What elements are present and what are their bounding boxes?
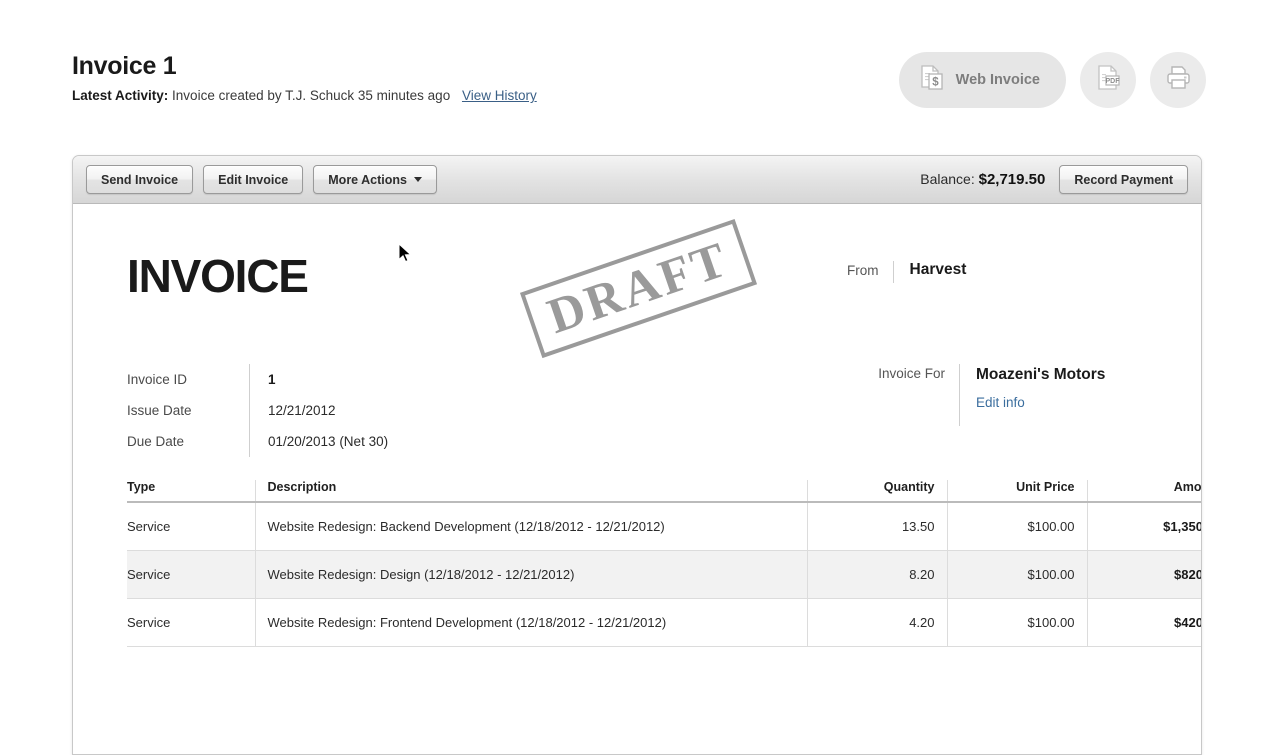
table-head: Type Description Quantity Unit Price Amo… [127,480,1201,503]
invoice-card: Send Invoice Edit Invoice More Actions B… [72,155,1202,755]
table-row[interactable]: Service Website Redesign: Frontend Devel… [127,598,1201,647]
invoice-heading: INVOICE [127,250,309,302]
from-label: From [847,263,879,278]
cell-quantity: 13.50 [806,502,947,551]
invoice-for-label: Invoice For [878,366,945,381]
cell-type: Service [127,550,255,599]
edit-info-link[interactable]: Edit info [976,395,1025,410]
web-invoice-label: Web Invoice [955,72,1040,88]
from-block: From Harvest [847,261,1147,283]
balance-label: Balance: [920,171,975,187]
printer-icon [1164,64,1193,96]
balance-amount: $2,719.50 [978,171,1046,188]
table-row[interactable]: Service Website Redesign: Backend Develo… [127,502,1201,551]
more-actions-label: More Actions [328,172,407,187]
col-header-amount: Amount [1086,480,1201,503]
latest-activity: Latest Activity: Invoice created by T.J.… [72,87,537,104]
cell-amount: $820.00 [1086,550,1201,599]
pdf-document-icon: PDF [1095,63,1122,97]
invoice-body: INVOICE DRAFT From Harvest Invoice ID Is… [73,204,1201,647]
invoice-top-section: INVOICE DRAFT From Harvest [127,204,1147,364]
draft-stamp: DRAFT [519,218,758,359]
issue-date-value: 12/21/2012 [268,403,336,418]
send-invoice-label: Send Invoice [101,172,179,187]
svg-text:PDF: PDF [1105,78,1120,85]
table-row[interactable]: Service Website Redesign: Design (12/18/… [127,550,1201,599]
header-actions: $ Web Invoice PDF [898,52,1206,108]
col-header-quantity: Quantity [806,480,947,503]
record-payment-button[interactable]: Record Payment [1059,165,1188,194]
cell-unit-price: $100.00 [946,502,1087,551]
more-actions-button[interactable]: More Actions [313,165,437,194]
document-dollar-icon: $ [919,64,945,97]
download-pdf-button[interactable]: PDF [1080,52,1136,108]
invoice-for-stack: Moazeni's Motors Edit info [960,364,1105,412]
cell-unit-price: $100.00 [946,598,1087,647]
activity-text: Invoice created by T.J. Schuck 35 minute… [172,88,451,103]
page-header: Invoice 1 Latest Activity: Invoice creat… [0,0,1274,138]
view-history-link[interactable]: View History [462,88,537,103]
detail-labels: Invoice ID Issue Date Due Date [127,364,249,457]
header-title-block: Invoice 1 Latest Activity: Invoice creat… [72,52,537,104]
invoice-id-value: 1 [268,372,276,387]
toolbar-left-group: Send Invoice Edit Invoice More Actions [86,165,437,194]
line-items-table: Type Description Quantity Unit Price Amo… [127,480,1201,647]
toolbar-right-group: Balance: $2,719.50 Record Payment [920,165,1188,194]
page-title: Invoice 1 [72,52,177,80]
svg-text:$: $ [932,76,939,88]
col-header-description: Description [254,480,807,503]
cell-quantity: 4.20 [806,598,947,647]
edit-invoice-button[interactable]: Edit Invoice [203,165,304,194]
col-header-unit-price: Unit Price [946,480,1087,503]
col-header-type: Type [127,480,255,503]
table-body: Service Website Redesign: Backend Develo… [127,502,1201,647]
chevron-down-icon [413,177,422,182]
cell-amount: $1,350.00 [1086,502,1201,551]
cell-type: Service [127,598,255,647]
cell-description: Website Redesign: Backend Development (1… [254,502,807,551]
from-value: Harvest [909,261,967,278]
invoice-id-label: Invoice ID [127,372,188,387]
cell-amount: $420.00 [1086,598,1201,647]
activity-label: Latest Activity: [72,88,169,103]
invoice-toolbar: Send Invoice Edit Invoice More Actions B… [73,156,1201,204]
invoice-details-left: Invoice ID Issue Date Due Date 1 12/21/2… [127,364,388,457]
edit-invoice-label: Edit Invoice [218,172,289,187]
cell-description: Website Redesign: Frontend Development (… [254,598,807,647]
issue-date-label: Issue Date [127,403,192,418]
balance-display: Balance: $2,719.50 [920,171,1045,188]
cell-description: Website Redesign: Design (12/18/2012 - 1… [254,550,807,599]
web-invoice-button[interactable]: $ Web Invoice [898,52,1066,108]
print-button[interactable] [1150,52,1206,108]
invoice-details-row: Invoice ID Issue Date Due Date 1 12/21/2… [127,364,1147,474]
cell-quantity: 8.20 [806,550,947,599]
detail-values: 1 12/21/2012 01/20/2013 (Net 30) [250,364,388,457]
table-header-row: Type Description Quantity Unit Price Amo… [127,480,1201,503]
invoice-for-block: Invoice For Moazeni's Motors Edit info [847,364,1147,426]
record-payment-label: Record Payment [1074,172,1173,187]
cell-type: Service [127,502,255,551]
client-name: Moazeni's Motors [976,366,1106,383]
cell-unit-price: $100.00 [946,550,1087,599]
send-invoice-button[interactable]: Send Invoice [86,165,194,194]
due-date-label: Due Date [127,434,185,449]
due-date-value: 01/20/2013 (Net 30) [268,434,389,449]
